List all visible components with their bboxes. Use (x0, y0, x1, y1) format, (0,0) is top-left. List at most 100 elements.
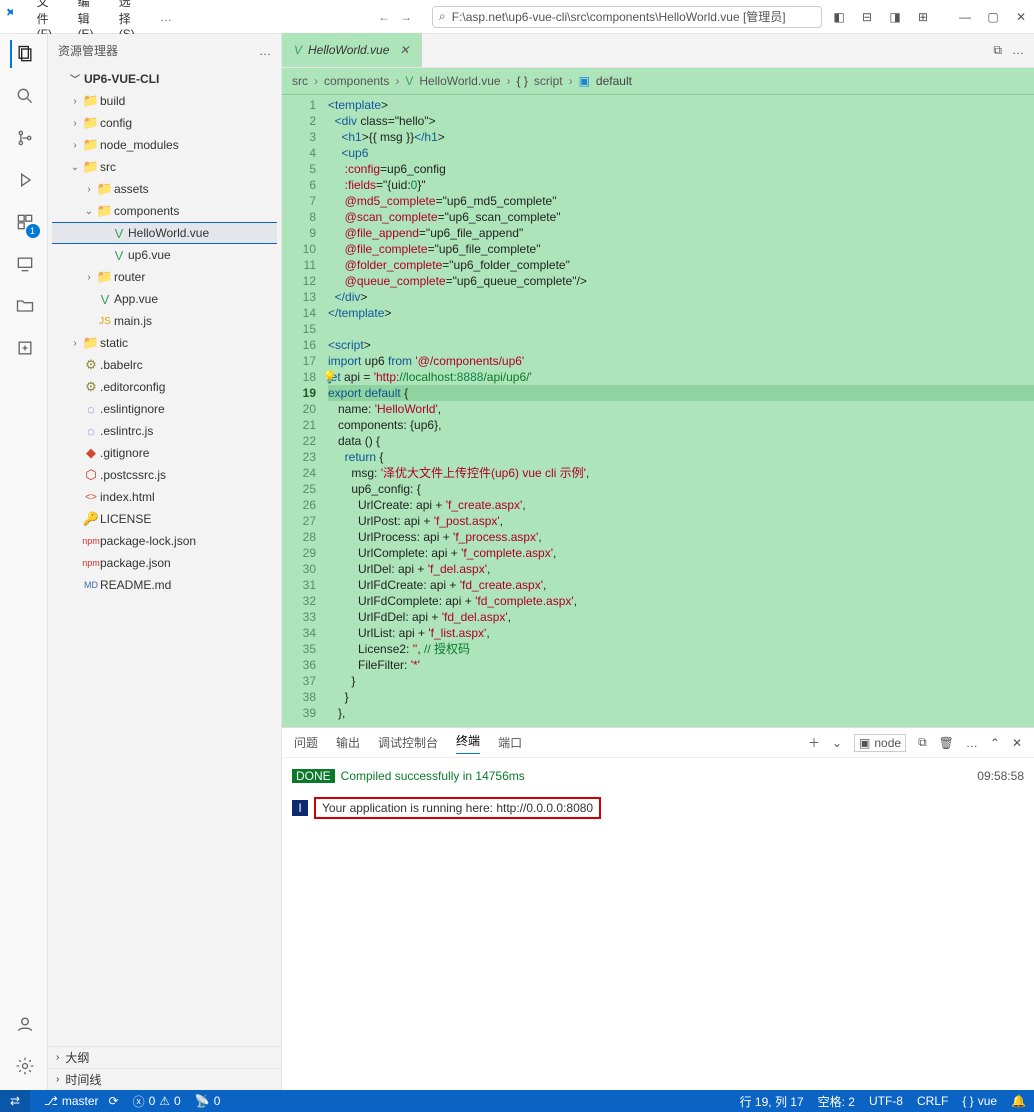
tree-item-selected[interactable]: VHelloWorld.vue (52, 222, 277, 244)
window-minimize-icon[interactable]: — (958, 10, 972, 24)
compile-time: 09:58:58 (977, 769, 1024, 783)
split-editor-icon[interactable]: ⧉ (993, 43, 1002, 58)
compile-msg: Compiled successfully in 14756ms (341, 769, 525, 783)
activity-settings-icon[interactable] (10, 1052, 38, 1080)
status-problems[interactable]: ⓧ0⚠0 (133, 1093, 181, 1110)
status-encoding[interactable]: UTF-8 (869, 1094, 903, 1108)
project-name[interactable]: ﹀UP6-VUE-CLI (48, 67, 281, 90)
tree-item[interactable]: ⌄📁components (52, 200, 277, 222)
tab-more-icon[interactable]: … (1012, 43, 1024, 57)
tree-item[interactable]: ›📁static (52, 332, 277, 354)
lightbulb-icon[interactable]: 💡 (322, 369, 337, 385)
tree-item[interactable]: npmpackage-lock.json (52, 530, 277, 552)
window-maximize-icon[interactable]: ▢ (986, 10, 1000, 24)
activity-explorer-icon[interactable] (10, 40, 38, 68)
terminal-dropdown-icon[interactable]: ⌄ (832, 736, 842, 750)
vue-file-icon: V (405, 74, 413, 88)
panel-tab-debug[interactable]: 调试控制台 (378, 734, 438, 751)
tree-item[interactable]: 🔑LICENSE (52, 508, 277, 530)
activity-folder-icon[interactable] (10, 292, 38, 320)
tree-item[interactable]: MDREADME.md (52, 574, 277, 596)
tree-item[interactable]: ◌.eslintrc.js (52, 420, 277, 442)
terminal-icon: ▣ (859, 736, 870, 750)
activity-extensions-icon[interactable] (10, 208, 38, 236)
tree-item[interactable]: ›📁config (52, 112, 277, 134)
activity-debug-icon[interactable] (10, 166, 38, 194)
tree-item[interactable]: ⬡.postcssrc.js (52, 464, 277, 486)
vue-file-icon: V (294, 43, 302, 57)
split-terminal-icon[interactable]: ⧉ (918, 735, 927, 750)
nav-fwd-icon[interactable]: → (400, 10, 412, 24)
status-lang[interactable]: { }vue (962, 1094, 997, 1108)
status-eol[interactable]: CRLF (917, 1094, 948, 1108)
tree-item[interactable]: Vup6.vue (52, 244, 277, 266)
outline-section[interactable]: ›大纲 (48, 1046, 281, 1068)
tab-close-icon[interactable]: ✕ (399, 43, 409, 57)
layout-left-icon[interactable]: ◧ (832, 10, 846, 24)
tab-active[interactable]: V HelloWorld.vue ✕ (282, 33, 422, 67)
activity-sync-icon[interactable] (10, 334, 38, 362)
status-branch[interactable]: ⎇master⟳ (44, 1094, 119, 1108)
tree-item[interactable]: ›📁router (52, 266, 277, 288)
terminal-output[interactable]: DONE Compiled successfully in 14756ms 09… (282, 758, 1034, 1090)
tree-item[interactable]: ◌.eslintignore (52, 398, 277, 420)
editor[interactable]: 1234567891011121314151617181920212223242… (282, 95, 1034, 727)
info-badge: I (292, 800, 308, 816)
branch-icon: ⎇ (44, 1094, 58, 1108)
panel-tab-output[interactable]: 输出 (336, 734, 360, 751)
sidebar-title: 资源管理器 (58, 42, 118, 59)
tree-item[interactable]: JSmain.js (52, 310, 277, 332)
terminal-shell[interactable]: ▣node (854, 734, 906, 752)
layout-right-icon[interactable]: ◨ (888, 10, 902, 24)
status-spaces[interactable]: 空格: 2 (818, 1093, 855, 1110)
done-badge: DONE (292, 769, 335, 783)
radio-icon: 📡 (195, 1094, 210, 1108)
panel-more-icon[interactable]: … (966, 736, 978, 750)
status-bell-icon[interactable]: 🔔 (1011, 1094, 1026, 1108)
menu-more-icon[interactable]: … (154, 10, 178, 24)
command-center[interactable]: ⌕ F:\asp.net\up6-vue-cli\src\components\… (432, 6, 822, 28)
status-lncol[interactable]: 行 19, 列 17 (740, 1093, 804, 1110)
tree-item[interactable]: npmpackage.json (52, 552, 277, 574)
tree-item[interactable]: ›📁build (52, 90, 277, 112)
panel-close-icon[interactable]: ✕ (1012, 736, 1022, 750)
timeline-section[interactable]: ›时间线 (48, 1068, 281, 1090)
status-radio[interactable]: 📡0 (195, 1094, 221, 1108)
status-bar: ⇄ ⎇master⟳ ⓧ0⚠0 📡0 行 19, 列 17 空格: 2 UTF-… (0, 1090, 1034, 1112)
app-url-box: Your application is running here: http:/… (314, 797, 601, 819)
search-icon: ⌕ (439, 9, 446, 24)
activity-remote-icon[interactable] (10, 250, 38, 278)
panel-tab-ports[interactable]: 端口 (498, 734, 522, 751)
file-tree: ›📁build ›📁config ›📁node_modules ⌄📁src ›📁… (48, 90, 281, 602)
nav-back-icon[interactable]: ← (378, 10, 390, 24)
tree-item[interactable]: ›📁assets (52, 178, 277, 200)
tree-item[interactable]: ◆.gitignore (52, 442, 277, 464)
title-bar: 文件(F) 编辑(E) 选择(S) … ← → ⌕ F:\asp.net\up6… (0, 0, 1034, 34)
tab-label: HelloWorld.vue (308, 43, 389, 57)
tab-bar: V HelloWorld.vue ✕ ⧉ … (282, 34, 1034, 68)
layout-bottom-icon[interactable]: ⊟ (860, 10, 874, 24)
panel-tab-terminal[interactable]: 终端 (456, 732, 480, 754)
activity-bar (0, 34, 48, 1090)
tree-item[interactable]: ⌄📁src (52, 156, 277, 178)
activity-account-icon[interactable] (10, 1010, 38, 1038)
tree-item[interactable]: VApp.vue (52, 288, 277, 310)
terminal-new-icon[interactable]: ＋ (808, 734, 820, 751)
tree-item[interactable]: ⚙.editorconfig (52, 376, 277, 398)
sidebar: 资源管理器 … ﹀UP6-VUE-CLI ›📁build ›📁config ›📁… (48, 34, 282, 1090)
activity-search-icon[interactable] (10, 82, 38, 110)
breadcrumbs[interactable]: src› components› VHelloWorld.vue› { }scr… (282, 68, 1034, 95)
tree-item[interactable]: ⚙.babelrc (52, 354, 277, 376)
symbol-icon: ▣ (579, 74, 590, 88)
window-close-icon[interactable]: ✕ (1014, 10, 1028, 24)
activity-scm-icon[interactable] (10, 124, 38, 152)
layout-grid-icon[interactable]: ⊞ (916, 10, 930, 24)
sidebar-more-icon[interactable]: … (259, 44, 271, 58)
tree-item[interactable]: ›📁node_modules (52, 134, 277, 156)
sync-icon[interactable]: ⟳ (109, 1094, 119, 1108)
remote-indicator-icon[interactable]: ⇄ (0, 1090, 30, 1112)
panel-tab-problems[interactable]: 问题 (294, 734, 318, 751)
trash-icon[interactable]: 🗑 (939, 736, 954, 750)
tree-item[interactable]: <>index.html (52, 486, 277, 508)
panel-maximize-icon[interactable]: ⌃ (990, 736, 1000, 750)
